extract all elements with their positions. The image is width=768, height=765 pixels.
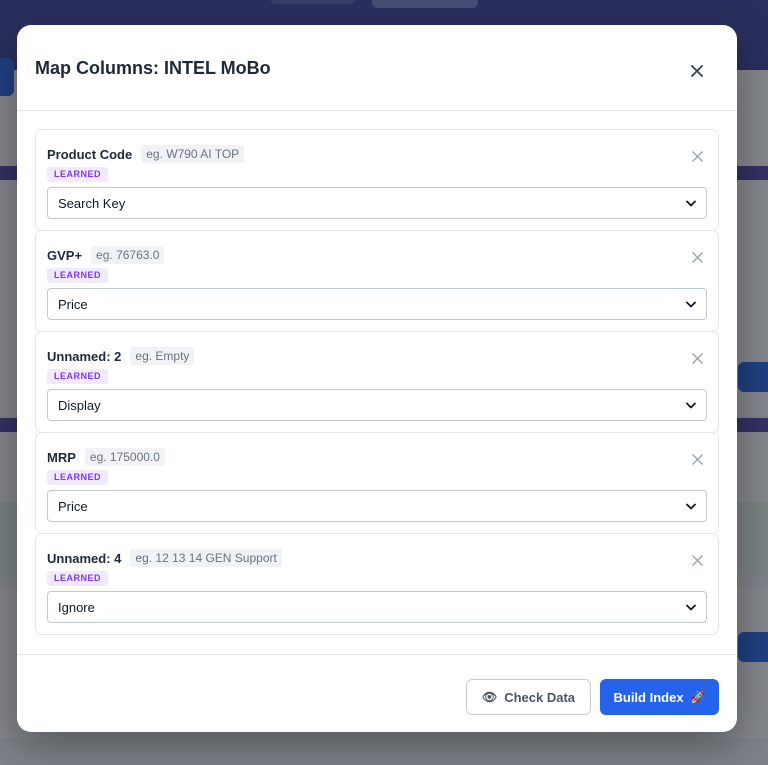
column-name: Unnamed: 2 <box>47 348 122 364</box>
chevron-down-icon <box>686 503 696 509</box>
column-card-mrp: MRP eg. 175000.0 LEARNED Price <box>35 432 719 534</box>
close-icon <box>691 251 703 263</box>
select-value: Display <box>58 397 101 413</box>
column-mapping-select[interactable]: Price <box>47 288 707 320</box>
column-header: MRP eg. 175000.0 <box>47 448 165 466</box>
close-icon <box>691 150 703 162</box>
column-header: Unnamed: 4 eg. 12 13 14 GEN Support <box>47 549 282 567</box>
select-value: Search Key <box>58 195 126 211</box>
column-name: GVP+ <box>47 247 83 263</box>
column-header: GVP+ eg. 76763.0 <box>47 246 165 264</box>
column-mapping-select[interactable]: Display <box>47 389 707 421</box>
select-value: Price <box>58 296 88 312</box>
close-button[interactable] <box>687 61 707 81</box>
rocket-icon: 🚀 <box>690 690 706 704</box>
column-mapping-select[interactable]: Ignore <box>47 591 707 623</box>
learned-badge: LEARNED <box>47 369 109 384</box>
column-card-product-code: Product Code eg. W790 AI TOP LEARNED Sea… <box>35 129 719 231</box>
column-name: MRP <box>47 449 76 465</box>
column-example: eg. Empty <box>130 347 195 365</box>
map-columns-modal: Map Columns: INTEL MoBo Product Code eg.… <box>17 25 737 732</box>
remove-column-button[interactable] <box>689 148 705 164</box>
close-icon <box>691 453 703 465</box>
eye-icon: 👁 <box>481 690 498 704</box>
select-value: Price <box>58 498 88 514</box>
build-index-button[interactable]: Build Index 🚀 <box>600 679 719 715</box>
modal-title: Map Columns: INTEL MoBo <box>35 58 271 78</box>
column-mapping-list: Product Code eg. W790 AI TOP LEARNED Sea… <box>35 129 719 635</box>
remove-column-button[interactable] <box>689 350 705 366</box>
learned-badge: LEARNED <box>47 470 109 485</box>
column-name: Product Code <box>47 146 133 162</box>
learned-badge: LEARNED <box>47 268 109 283</box>
chevron-down-icon <box>686 301 696 307</box>
learned-badge: LEARNED <box>47 167 109 182</box>
learned-badge: LEARNED <box>47 571 109 586</box>
chevron-down-icon <box>686 402 696 408</box>
modal-footer: 👁 Check Data Build Index 🚀 <box>17 654 737 732</box>
chevron-down-icon <box>686 200 696 206</box>
close-icon <box>691 65 703 77</box>
column-card-unnamed-2: Unnamed: 2 eg. Empty LEARNED Display <box>35 331 719 433</box>
column-card-unnamed-4: Unnamed: 4 eg. 12 13 14 GEN Support LEAR… <box>35 533 719 635</box>
column-example: eg. 175000.0 <box>84 448 165 466</box>
close-icon <box>691 352 703 364</box>
column-name: Unnamed: 4 <box>47 550 122 566</box>
column-example: eg. W790 AI TOP <box>141 145 245 163</box>
column-mapping-select[interactable]: Price <box>47 490 707 522</box>
close-icon <box>691 554 703 566</box>
build-index-label: Build Index <box>613 689 684 705</box>
column-example: eg. 76763.0 <box>91 246 165 264</box>
modal-header: Map Columns: INTEL MoBo <box>17 25 737 111</box>
column-header: Product Code eg. W790 AI TOP <box>47 145 245 163</box>
check-data-label: Check Data <box>504 689 576 705</box>
chevron-down-icon <box>686 604 696 610</box>
remove-column-button[interactable] <box>689 451 705 467</box>
select-value: Ignore <box>58 599 95 615</box>
remove-column-button[interactable] <box>689 249 705 265</box>
column-mapping-select[interactable]: Search Key <box>47 187 707 219</box>
column-header: Unnamed: 2 eg. Empty <box>47 347 195 365</box>
column-example: eg. 12 13 14 GEN Support <box>130 549 282 567</box>
check-data-button[interactable]: 👁 Check Data <box>466 679 591 715</box>
remove-column-button[interactable] <box>689 552 705 568</box>
column-card-gvp: GVP+ eg. 76763.0 LEARNED Price <box>35 230 719 332</box>
